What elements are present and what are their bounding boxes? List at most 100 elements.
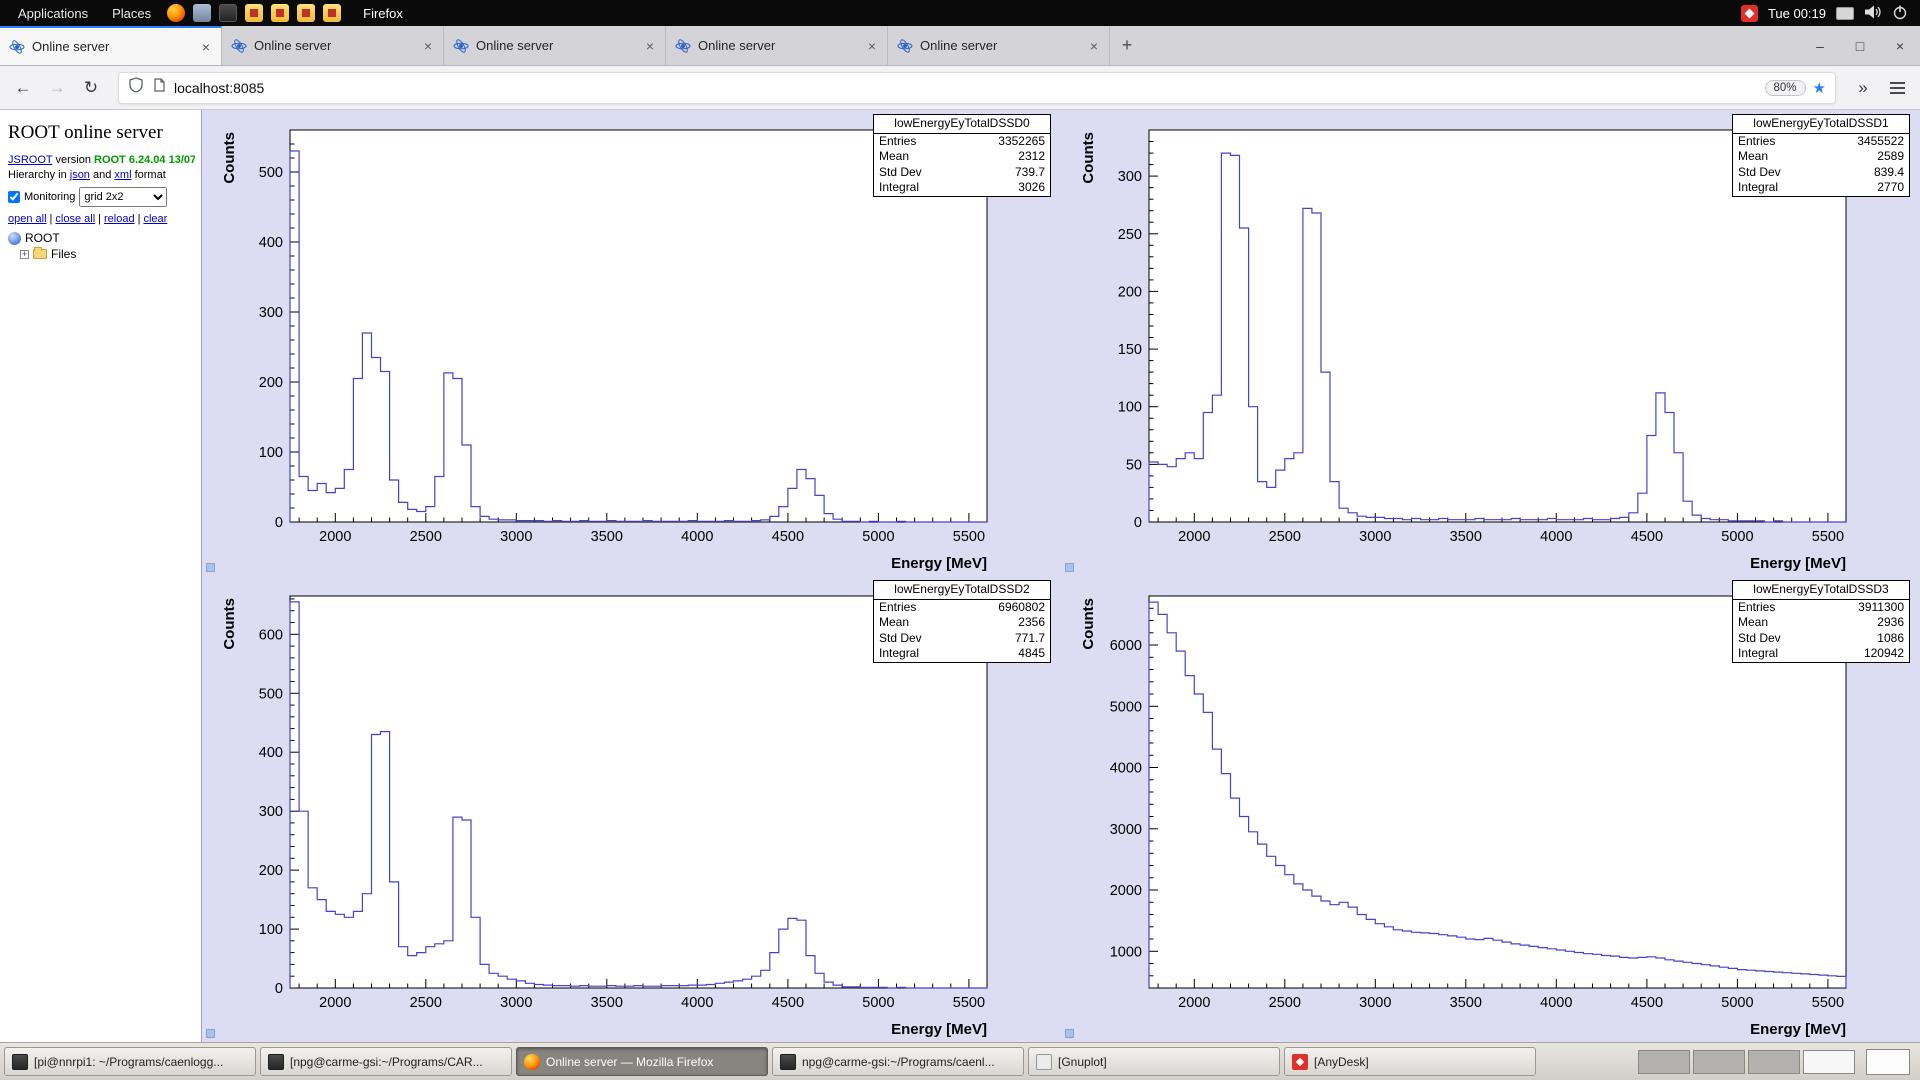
pad-resize-handle[interactable] — [1065, 563, 1074, 572]
zoom-badge[interactable]: 80% — [1765, 80, 1806, 96]
files-launcher-icon[interactable] — [193, 4, 211, 22]
url-text[interactable]: localhost:8085 — [174, 80, 1758, 96]
input-method-icon[interactable] — [1836, 7, 1854, 20]
mathematica-launcher-icon-2[interactable] — [271, 4, 289, 22]
stats-box[interactable]: lowEnergyEyTotalDSSD0Entries3352265Mean2… — [873, 114, 1051, 197]
svg-text:100: 100 — [1118, 400, 1142, 416]
url-bar[interactable]: localhost:8085 80% ★ — [118, 72, 1836, 104]
hierarchy-actions: open all|close all|reload|clear — [8, 213, 195, 225]
svg-text:3000: 3000 — [500, 995, 532, 1011]
close-all-link[interactable]: close all — [55, 213, 95, 225]
workspace-2[interactable] — [1693, 1050, 1745, 1074]
root-version: ROOT 6.24.04 13/07/.. — [94, 154, 195, 166]
power-icon[interactable] — [1892, 4, 1908, 23]
close-tab-icon[interactable]: × — [866, 38, 878, 54]
open-all-link[interactable]: open all — [8, 213, 47, 225]
close-tab-icon[interactable]: × — [200, 39, 212, 55]
page-info-icon[interactable] — [151, 77, 167, 98]
tab-online-server-3[interactable]: Online server × — [444, 26, 666, 65]
tab-title: Online server — [476, 38, 637, 53]
close-tab-icon[interactable]: × — [644, 38, 656, 54]
expand-icon[interactable]: + — [20, 250, 29, 259]
close-tab-icon[interactable]: × — [422, 38, 434, 54]
reload-button[interactable]: ↻ — [76, 78, 106, 98]
applications-menu[interactable]: Applications — [10, 6, 96, 21]
workspace-4[interactable] — [1803, 1050, 1855, 1074]
tree-item-root[interactable]: ROOT — [8, 231, 195, 245]
show-desktop-button[interactable] — [1866, 1049, 1910, 1075]
stats-title: lowEnergyEyTotalDSSD0 — [874, 115, 1050, 134]
mathematica-launcher-icon-1[interactable] — [245, 4, 263, 22]
tab-online-server-5[interactable]: Online server × — [888, 26, 1110, 65]
terminal-icon — [268, 1054, 284, 1070]
svg-text:600: 600 — [259, 627, 283, 643]
svg-text:4500: 4500 — [772, 995, 804, 1011]
svg-text:2500: 2500 — [1269, 995, 1301, 1011]
pad-resize-handle[interactable] — [1065, 1029, 1074, 1038]
monitoring-checkbox[interactable] — [8, 191, 20, 203]
taskbar-item-firefox[interactable]: Online server — Mozilla Firefox — [516, 1047, 768, 1076]
forward-button[interactable]: → — [42, 78, 72, 98]
stats-box[interactable]: lowEnergyEyTotalDSSD3Entries3911300Mean2… — [1732, 580, 1910, 663]
clock[interactable]: Tue 00:19 — [1768, 6, 1826, 21]
svg-text:4000: 4000 — [1540, 995, 1572, 1011]
clear-link[interactable]: clear — [143, 213, 167, 225]
svg-text:5500: 5500 — [953, 529, 985, 545]
json-link[interactable]: json — [70, 169, 90, 181]
histogram-pad-dssd1[interactable]: 2000250030003500400045005000550005010015… — [1061, 110, 1920, 576]
stats-box[interactable]: lowEnergyEyTotalDSSD2Entries6960802Mean2… — [873, 580, 1051, 663]
workspace-1[interactable] — [1638, 1050, 1690, 1074]
reload-link[interactable]: reload — [104, 213, 135, 225]
taskbar-item-terminal-3[interactable]: npg@carme-gsi:~/Programs/caenl... — [772, 1047, 1024, 1076]
mathematica-launcher-icon-4[interactable] — [323, 4, 341, 22]
taskbar-item-terminal-1[interactable]: [pi@nnrpi1: ~/Programs/caenlogg... — [4, 1047, 256, 1076]
svg-text:2000: 2000 — [319, 995, 351, 1011]
jsroot-link[interactable]: JSROOT — [8, 154, 52, 166]
menu-icon[interactable] — [1882, 73, 1912, 103]
close-tab-icon[interactable]: × — [1088, 38, 1100, 54]
anydesk-tray-icon[interactable] — [1741, 5, 1758, 22]
shield-icon[interactable] — [128, 77, 144, 98]
new-tab-button[interactable]: + — [1110, 26, 1144, 65]
minimize-button[interactable]: – — [1800, 38, 1840, 54]
taskbar-item-anydesk[interactable]: [AnyDesk] — [1284, 1047, 1536, 1076]
svg-text:300: 300 — [259, 804, 283, 820]
volume-icon[interactable] — [1864, 4, 1882, 23]
workspace-3[interactable] — [1748, 1050, 1800, 1074]
places-menu[interactable]: Places — [104, 6, 159, 21]
histogram-pad-dssd0[interactable]: 2000250030003500400045005000550001002003… — [202, 110, 1061, 576]
svg-text:300: 300 — [259, 305, 283, 321]
svg-text:5000: 5000 — [1110, 699, 1142, 715]
back-button[interactable]: ← — [8, 78, 38, 98]
mathematica-launcher-icon-3[interactable] — [297, 4, 315, 22]
firefox-launcher-icon[interactable] — [167, 4, 185, 22]
terminal-launcher-icon[interactable] — [219, 4, 237, 22]
histogram-pad-dssd2[interactable]: 2000250030003500400045005000550001002003… — [202, 576, 1061, 1042]
tab-online-server-4[interactable]: Online server × — [666, 26, 888, 65]
taskbar-item-gnuplot[interactable]: [Gnuplot] — [1028, 1047, 1280, 1076]
overflow-icon[interactable]: » — [1848, 78, 1878, 98]
taskbar-item-terminal-2[interactable]: [npg@carme-gsi:~/Programs/CAR... — [260, 1047, 512, 1076]
tab-online-server-2[interactable]: Online server × — [222, 26, 444, 65]
pad-resize-handle[interactable] — [206, 1029, 215, 1038]
xml-link[interactable]: xml — [114, 169, 131, 181]
maximize-button[interactable]: □ — [1840, 38, 1880, 54]
tab-online-server-1[interactable]: Online server × — [0, 26, 222, 65]
svg-text:400: 400 — [259, 745, 283, 761]
bookmark-star-icon[interactable]: ★ — [1813, 79, 1826, 97]
active-app-label[interactable]: Firefox — [363, 6, 403, 21]
gnuplot-icon — [1036, 1054, 1052, 1070]
tree-item-files[interactable]: + Files — [20, 247, 195, 261]
histogram-pad-dssd3[interactable]: 2000250030003500400045005000550010002000… — [1061, 576, 1920, 1042]
hierarchy-text: and — [90, 169, 114, 181]
hierarchy-text: format — [132, 169, 166, 181]
grid-layout-select[interactable]: grid 2x2 — [79, 187, 167, 207]
pad-resize-handle[interactable] — [206, 563, 215, 572]
svg-text:150: 150 — [1118, 342, 1142, 358]
stats-box[interactable]: lowEnergyEyTotalDSSD1Entries3455522Mean2… — [1732, 114, 1910, 197]
close-window-button[interactable]: × — [1880, 38, 1920, 54]
jsroot-favicon — [897, 38, 913, 54]
svg-text:50: 50 — [1126, 457, 1142, 473]
x-axis-title: Energy [MeV] — [891, 555, 987, 572]
svg-text:5000: 5000 — [1721, 995, 1753, 1011]
